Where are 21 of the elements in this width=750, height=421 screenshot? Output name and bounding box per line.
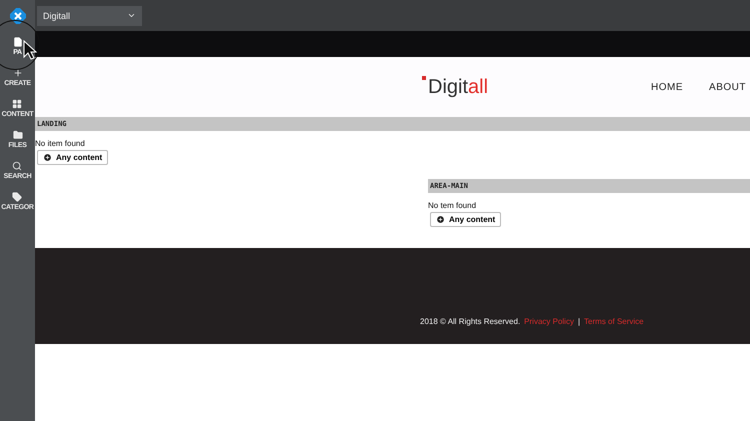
empty-message: No tem found — [428, 201, 476, 210]
sidebar-item-icon — [12, 192, 22, 202]
chevron-icon — [127, 11, 136, 20]
add-content-button[interactable]: Any content — [37, 150, 108, 165]
copyright-text: 2018 © All Rights Reserved. — [420, 317, 520, 326]
plus-icon — [436, 215, 445, 224]
sidebar-item-icon — [12, 99, 22, 109]
add-content-button[interactable]: Any content — [430, 212, 502, 227]
separator-text: | — [578, 317, 580, 326]
site-dropdown[interactable]: Digitall — [37, 6, 142, 26]
sidebar-item-icon — [12, 68, 22, 78]
site-logo[interactable]: Digitall — [422, 76, 488, 98]
nav-link[interactable]: HOME — [651, 82, 684, 92]
logo-icon — [10, 8, 26, 24]
sidebar-item-icon — [12, 161, 22, 171]
nav-link[interactable]: ABOUT — [709, 82, 746, 92]
logo-mark-icon — [422, 76, 428, 82]
plus-icon — [43, 153, 52, 162]
sidebar-item-icon — [12, 37, 22, 47]
empty-message: No item found — [35, 139, 85, 148]
sidebar-item-icon — [12, 130, 22, 140]
